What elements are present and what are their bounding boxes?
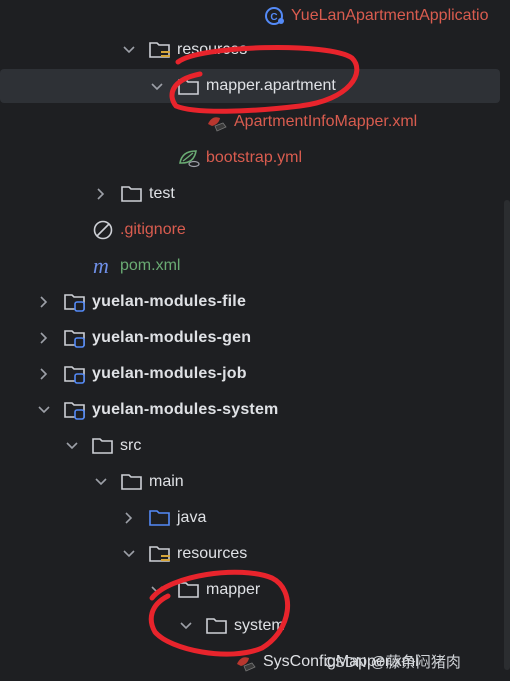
watermark-text: CSDN @藤条闷猪肉 <box>324 654 461 671</box>
red-annotation-marks <box>148 45 360 657</box>
